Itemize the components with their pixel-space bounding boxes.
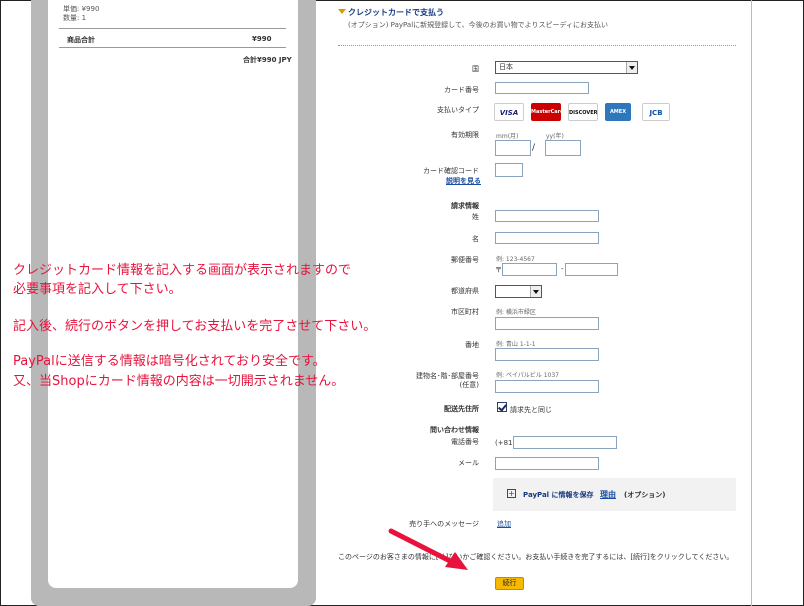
annotation-arrow-icon (388, 528, 468, 570)
